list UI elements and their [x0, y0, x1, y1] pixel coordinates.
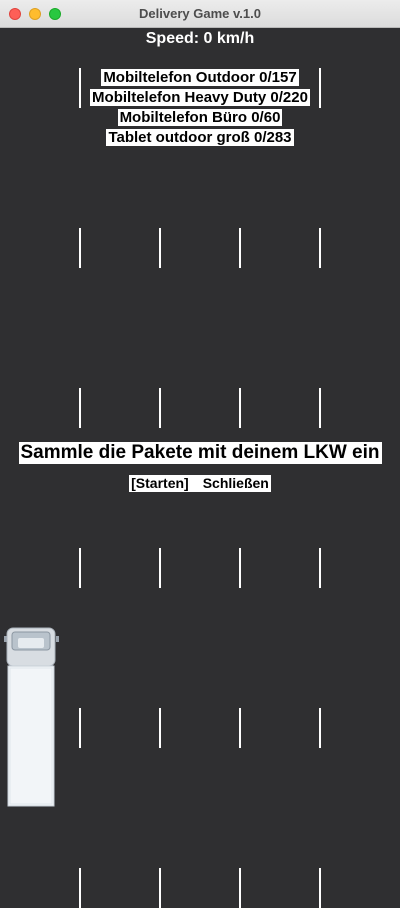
lane-marking — [319, 388, 321, 428]
inventory-item: Mobiltelefon Outdoor 0/157 — [101, 69, 299, 86]
start-button[interactable]: [Starten] — [131, 475, 189, 491]
speed-readout: Speed: 0 km/h — [145, 30, 255, 47]
delivery-truck[interactable] — [4, 626, 62, 808]
lane-marking — [79, 228, 81, 268]
window-titlebar: Delivery Game v.1.0 — [0, 0, 400, 28]
instruction-message: Sammle die Pakete mit deinem LKW ein — [0, 442, 400, 464]
close-button[interactable]: Schließen — [203, 475, 269, 491]
lane-marking — [79, 548, 81, 588]
package-inventory: Mobiltelefon Outdoor 0/157 Mobiltelefon … — [0, 69, 400, 149]
lane-marking — [79, 708, 81, 748]
lane-marking — [239, 388, 241, 428]
lane-marking — [79, 868, 81, 908]
lane-marking — [159, 708, 161, 748]
lane-marking — [239, 708, 241, 748]
lane-marking — [159, 868, 161, 908]
lane-marking — [239, 228, 241, 268]
lane-marking — [319, 548, 321, 588]
lane-marking — [319, 228, 321, 268]
instruction-text: Sammle die Pakete mit deinem LKW ein — [18, 442, 382, 464]
inventory-item: Tablet outdoor groß 0/283 — [106, 129, 294, 146]
lane-marking — [319, 708, 321, 748]
lane-marking — [159, 548, 161, 588]
lane-marking — [319, 868, 321, 908]
lane-marking — [79, 388, 81, 428]
inventory-item: Mobiltelefon Büro 0/60 — [117, 109, 283, 126]
window-title: Delivery Game v.1.0 — [139, 6, 261, 21]
inventory-item: Mobiltelefon Heavy Duty 0/220 — [90, 89, 310, 106]
lane-marking — [159, 388, 161, 428]
lane-marking — [159, 228, 161, 268]
menu-box: [Starten] Schließen — [129, 475, 271, 492]
lane-marking — [239, 868, 241, 908]
start-menu: [Starten] Schließen — [0, 475, 400, 493]
lane-marking — [239, 548, 241, 588]
